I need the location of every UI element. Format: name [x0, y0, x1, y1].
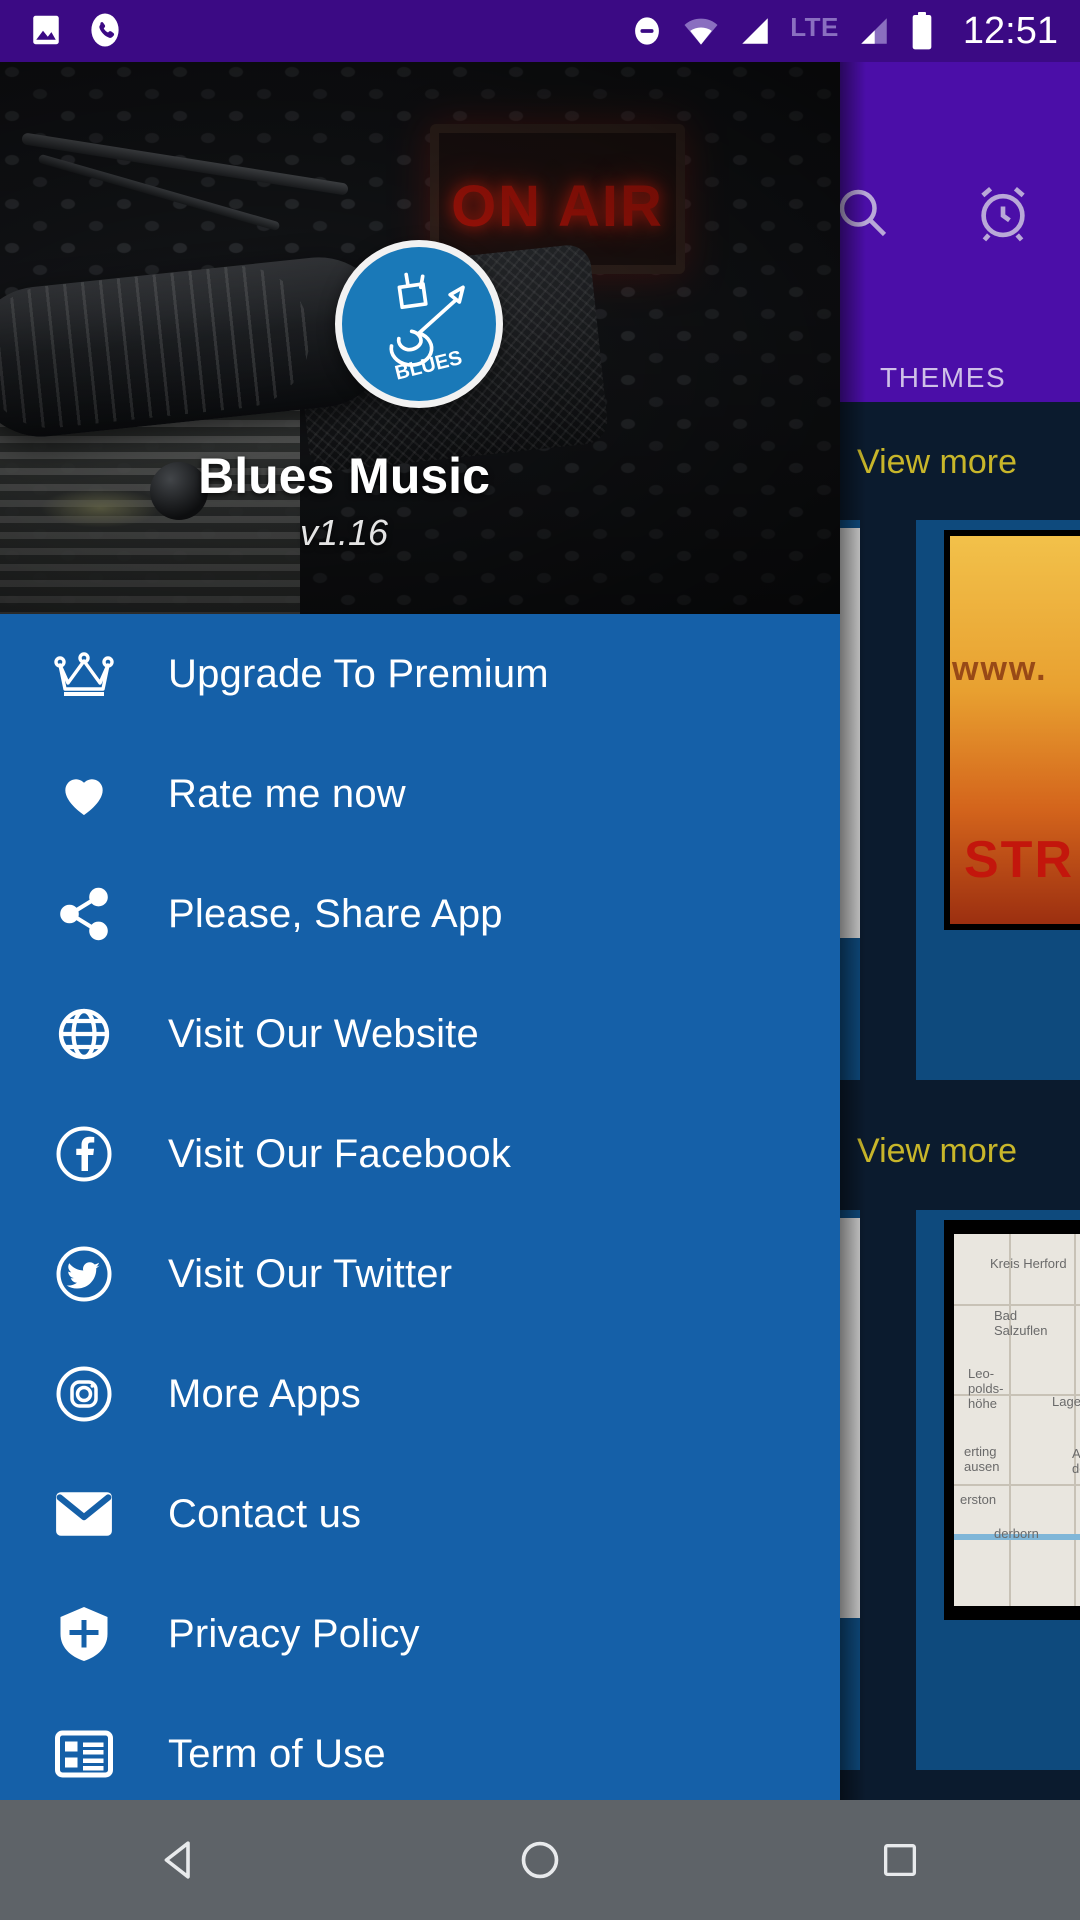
card-thumb-text-1: www.: [952, 650, 1048, 688]
list-icon: [0, 1728, 168, 1780]
signal2-icon: [861, 18, 887, 44]
menu-item-label: Visit Our Website: [168, 1011, 479, 1056]
globe-icon: [0, 1004, 168, 1064]
menu-item-rate-me-now[interactable]: Rate me now: [0, 734, 840, 854]
background-card-right-1[interactable]: www. STR Chatfire Konstanz: [916, 520, 1080, 1080]
crown-icon: [0, 649, 168, 699]
heart-icon: [0, 766, 168, 822]
logo-text: BLUES: [393, 347, 465, 385]
status-bar: LTE 12:51: [0, 0, 1080, 62]
card-thumbnail: Kreis Herford Bad Salzuflen Leo-polds-höh…: [944, 1220, 1080, 1620]
status-bar-clock: 12:51: [962, 10, 1058, 52]
menu-item-label: Term of Use: [168, 1731, 386, 1776]
app-title: Blues Music: [198, 448, 490, 504]
facebook-icon: [0, 1124, 168, 1184]
menu-item-upgrade-to-premium[interactable]: Upgrade To Premium: [0, 614, 840, 734]
twitter-icon: [0, 1244, 168, 1304]
view-more-link-1[interactable]: View more: [857, 443, 1017, 482]
menu-item-visit-facebook[interactable]: Visit Our Facebook: [0, 1094, 840, 1214]
menu-item-term-of-use[interactable]: Term of Use: [0, 1694, 840, 1800]
tab-themes[interactable]: THEMES: [880, 362, 1006, 394]
menu-item-visit-website[interactable]: Visit Our Website: [0, 974, 840, 1094]
share-icon: [0, 885, 168, 943]
menu-item-label: Visit Our Twitter: [168, 1251, 453, 1296]
menu-item-privacy-policy[interactable]: Privacy Policy: [0, 1574, 840, 1694]
background-card-right-2[interactable]: Kreis Herford Bad Salzuflen Leo-polds-höh…: [916, 1210, 1080, 1770]
home-button[interactable]: [480, 1800, 600, 1920]
menu-item-visit-twitter[interactable]: Visit Our Twitter: [0, 1214, 840, 1334]
menu-item-label: Please, Share App: [168, 891, 503, 936]
menu-item-more-apps[interactable]: More Apps: [0, 1334, 840, 1454]
drawer-header: ON AIR BLUES: [0, 62, 840, 614]
email-icon: [0, 1488, 168, 1540]
recents-button[interactable]: [840, 1800, 960, 1920]
menu-item-label: Privacy Policy: [168, 1611, 420, 1656]
navigation-drawer: ON AIR BLUES: [0, 62, 840, 1800]
back-button[interactable]: [120, 1800, 240, 1920]
instagram-icon: [0, 1364, 168, 1424]
menu-item-contact-us[interactable]: Contact us: [0, 1454, 840, 1574]
view-more-link-2[interactable]: View more: [857, 1132, 1017, 1171]
lte-label: LTE: [790, 12, 839, 42]
phone-call-icon: [91, 13, 119, 47]
signal-icon: [742, 18, 768, 44]
shield-icon: [0, 1604, 168, 1664]
menu-item-label: Rate me now: [168, 771, 406, 816]
app-logo: BLUES: [335, 240, 503, 408]
drawer-menu-list: Upgrade To Premium Rate me now Please, S…: [0, 614, 840, 1800]
wifi-icon: [684, 18, 718, 45]
image-icon: [33, 15, 59, 45]
menu-item-label: Contact us: [168, 1491, 362, 1536]
battery-icon: [912, 12, 932, 50]
map-thumbnail: Kreis Herford Bad Salzuflen Leo-polds-höh…: [954, 1234, 1080, 1606]
menu-item-label: Upgrade To Premium: [168, 651, 549, 696]
menu-item-share-app[interactable]: Please, Share App: [0, 854, 840, 974]
alarm-clock-icon[interactable]: [972, 182, 1034, 244]
card-thumbnail: www. STR: [944, 530, 1080, 930]
menu-item-label: Visit Our Facebook: [168, 1131, 512, 1176]
menu-item-label: More Apps: [168, 1371, 362, 1416]
card-thumb-text-2: STR: [964, 831, 1074, 889]
app-version: v1.16: [299, 512, 389, 553]
do-not-disturb-icon: [635, 17, 660, 45]
android-navigation-bar: [0, 1800, 1080, 1920]
drawer-scrim: [840, 62, 866, 1800]
